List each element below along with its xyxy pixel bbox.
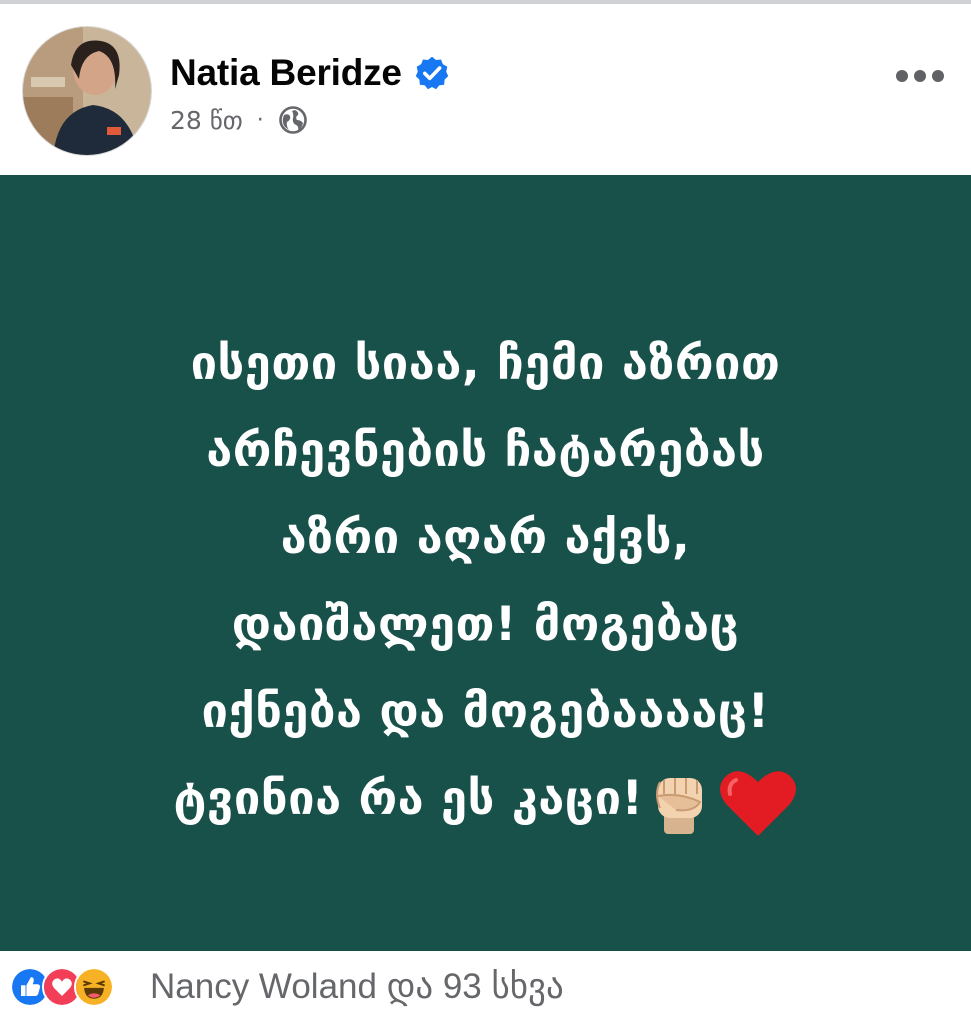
post-background-card[interactable]: ისეთი სიაა, ჩემი აზრით არჩევნების ჩატარე… [0,175,971,951]
verified-badge-icon [415,56,449,90]
avatar[interactable] [22,26,152,156]
post-text-line: არჩევნების ჩატარებას [206,423,765,478]
globe-icon [278,106,307,134]
post-text-line: ტვინია რა ეს კაცი! [173,771,644,826]
post-text-line: იქნება და მოგებააააც! [201,684,770,739]
author-row: Natia Beridze [170,50,450,96]
post-meta: 28 წთ · [170,100,308,140]
post-text-line: აზრი აღარ აქვს, [280,510,691,565]
post-timestamp[interactable]: 28 წთ [170,106,243,135]
post-last-line: ტვინია რა ეს კაცი! [40,755,931,842]
red-heart-icon [719,770,796,836]
raised-fist-icon [655,777,702,834]
more-dot-icon [914,70,926,82]
post-text-line: ისეთი სიაა, ჩემი აზრით [190,336,781,391]
post-text: ისეთი სიაა, ჩემი აზრით არჩევნების ჩატარე… [40,320,931,842]
more-options-button[interactable] [888,56,952,96]
haha-icon [74,967,114,1007]
reactions-summary[interactable]: Nancy Woland და 93 სხვა [150,963,564,1011]
reaction-icons[interactable] [10,965,114,1009]
post-text-line: დაიშალეთ! მოგებაც [231,597,740,652]
author-name[interactable]: Natia Beridze [170,52,402,94]
avatar-photo [23,27,151,155]
reactions-bar: Nancy Woland და 93 სხვა [0,951,971,1024]
more-dot-icon [932,70,944,82]
post-header: Natia Beridze 28 წთ · [0,4,971,175]
more-dot-icon [896,70,908,82]
meta-separator: · [256,107,264,133]
